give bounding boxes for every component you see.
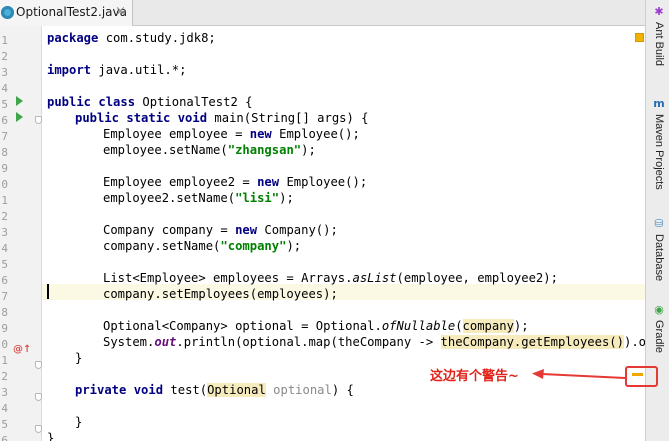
line-number: 8 — [1, 306, 8, 319]
line-number: 5 — [1, 258, 8, 271]
line-number: 2 — [1, 210, 8, 223]
line-number: 0 — [1, 178, 8, 191]
tool-window-ant-build[interactable]: ✱ Ant Build — [651, 5, 667, 67]
tool-window-label: Gradle — [653, 320, 665, 354]
code-line: Optional<Company> optional = Optional.of… — [103, 319, 529, 333]
inspection-highlight: company — [462, 319, 514, 333]
ide-window: OptionalTest2.java × 1 2 3 4 5 6 7 8 9 0… — [0, 0, 669, 441]
fold-icon[interactable] — [35, 393, 42, 401]
line-number: 5 — [1, 418, 8, 431]
line-number: 4 — [1, 242, 8, 255]
breakpoint-lambda-icon[interactable]: @↑ — [13, 344, 31, 356]
code-line: employee2.setName("lisi"); — [103, 191, 294, 205]
text-caret — [47, 284, 49, 299]
code-line: List<Employee> employees = Arrays.asList… — [103, 271, 558, 285]
code-line: } — [47, 431, 55, 441]
fold-icon[interactable] — [35, 116, 42, 124]
code-line: package com.study.jdk8; — [47, 31, 216, 45]
line-number: 7 — [1, 290, 8, 303]
annotation-arrow-icon — [532, 369, 626, 379]
tool-window-maven-projects[interactable]: m Maven Projects — [651, 98, 667, 190]
line-number: 2 — [1, 370, 8, 383]
code-line: Employee employee2 = new Employee(); — [103, 175, 368, 189]
run-class-icon[interactable] — [16, 96, 23, 106]
tab-optionaltest2-java[interactable]: OptionalTest2.java × — [0, 0, 133, 26]
annotation-text: 这边有个警告~ — [430, 369, 519, 384]
inspection-status-icon[interactable] — [635, 33, 644, 42]
inspection-highlight: Optional — [207, 383, 266, 397]
tool-window-label: Ant Build — [653, 22, 665, 67]
line-number: 2 — [1, 50, 8, 63]
code-line: System.out.println(optional.map(theCompa… — [103, 335, 645, 349]
annotation-highlight-box — [625, 366, 658, 387]
line-number: 6 — [1, 434, 8, 441]
line-number: 3 — [1, 386, 8, 399]
code-line: public class OptionalTest2 { — [47, 95, 253, 109]
line-number: 0 — [1, 338, 8, 351]
line-number: 5 — [1, 98, 8, 111]
code-line: company.setName("company"); — [103, 239, 302, 253]
code-line: employee.setName("zhangsan"); — [103, 143, 316, 157]
inspection-highlight: theCompany.getEmployees() — [440, 335, 624, 349]
line-number: 1 — [1, 34, 8, 47]
unused-parameter: optional — [273, 383, 332, 397]
java-class-icon — [1, 6, 14, 19]
code-line: Company company = new Company(); — [103, 223, 338, 237]
line-number: 6 — [1, 274, 8, 287]
code-line: } — [75, 351, 83, 365]
tool-window-database[interactable]: ⛁ Database — [651, 217, 667, 282]
database-icon: ⛁ — [654, 217, 664, 230]
line-number: 1 — [1, 194, 8, 207]
run-main-icon[interactable] — [16, 112, 23, 122]
line-number: 3 — [1, 226, 8, 239]
line-number: 1 — [1, 354, 8, 367]
line-number: 7 — [1, 130, 8, 143]
line-number: 6 — [1, 114, 8, 127]
line-number: 8 — [1, 146, 8, 159]
gradle-icon: ◉ — [654, 303, 664, 316]
line-number: 9 — [1, 322, 8, 335]
maven-icon: m — [653, 97, 665, 110]
line-number: 9 — [1, 162, 8, 175]
line-number: 4 — [1, 402, 8, 415]
tool-window-gradle[interactable]: ◉ Gradle — [651, 303, 667, 354]
tab-label: OptionalTest2.java — [16, 5, 127, 19]
fold-icon[interactable] — [35, 361, 42, 369]
ant-icon: ✱ — [654, 5, 664, 18]
close-icon[interactable]: × — [115, 4, 126, 20]
editor-gutter: 1 2 3 4 5 6 7 8 9 0 1 2 3 4 5 6 7 8 9 0 … — [0, 26, 42, 441]
editor-tab-bar: OptionalTest2.java × — [0, 0, 645, 26]
code-line: public static void main(String[] args) { — [75, 111, 369, 125]
code-line: } — [75, 415, 83, 429]
code-line: import java.util.*; — [47, 63, 187, 77]
code-line: company.setEmployees(employees); — [103, 287, 338, 301]
fold-icon[interactable] — [35, 425, 42, 433]
line-number: 3 — [1, 66, 8, 79]
code-line: Employee employee = new Employee(); — [103, 127, 360, 141]
line-number: 4 — [1, 82, 8, 95]
tool-window-label: Database — [653, 234, 665, 282]
code-line: private void test(Optional optional) { — [75, 383, 354, 397]
tool-window-label: Maven Projects — [653, 114, 665, 190]
